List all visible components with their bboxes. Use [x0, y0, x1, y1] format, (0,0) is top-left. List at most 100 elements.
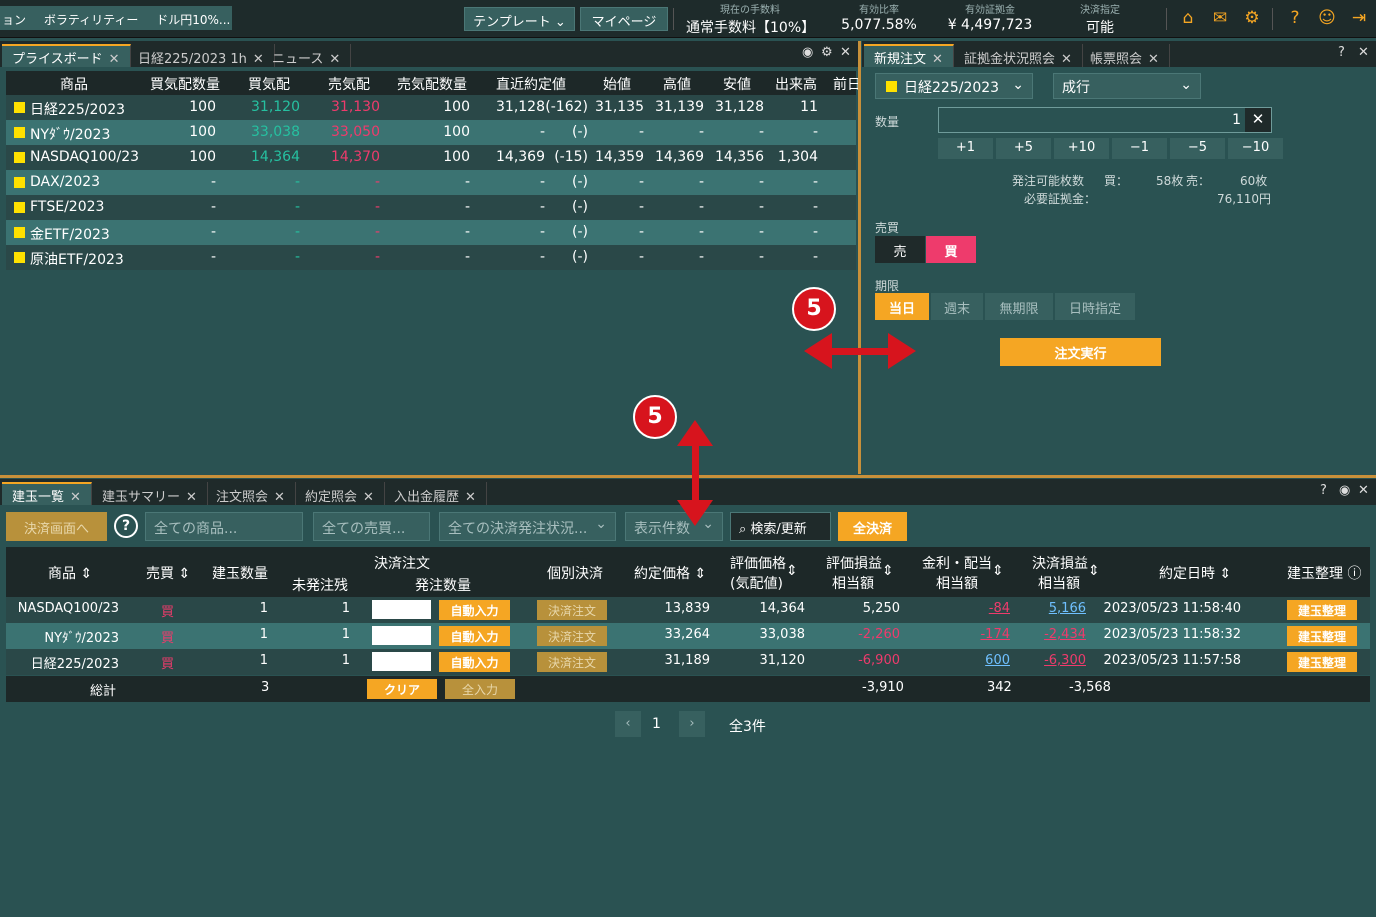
product-select[interactable]: 日経225/2023 ⌄	[875, 73, 1033, 99]
tab-chart[interactable]: 日経225/2023 1h ✕	[128, 44, 275, 67]
eye-icon[interactable]: ◉	[802, 45, 813, 60]
auto-input-button[interactable]: 自動入力	[439, 600, 510, 620]
settle-order-button[interactable]: 決済注文	[537, 626, 607, 646]
cell-ask[interactable]: -	[375, 199, 380, 215]
cell-bid[interactable]: -	[295, 249, 300, 265]
auto-input-button[interactable]: 自動入力	[439, 652, 510, 672]
order-qty-input[interactable]	[372, 626, 431, 645]
clear-button[interactable]: クリア	[367, 679, 437, 699]
col-low[interactable]: 安値	[723, 74, 751, 94]
cell-bid[interactable]: 14,364	[251, 149, 300, 165]
period-today[interactable]: 当日	[875, 293, 929, 320]
col-high[interactable]: 高値	[663, 74, 691, 94]
col-open[interactable]: 始値	[603, 74, 631, 94]
tab-position-summary[interactable]: 建玉サマリー ✕	[92, 482, 208, 505]
close-icon[interactable]: ✕	[1358, 45, 1369, 60]
cell-ask[interactable]: 31,130	[331, 99, 380, 115]
col-product[interactable]: 商品 ⇕	[48, 563, 92, 583]
tab-news[interactable]: ニュース ✕	[262, 44, 352, 67]
gear-icon[interactable]: ⚙	[1242, 8, 1262, 28]
status-filter[interactable]: 全ての決済発注状況... ⌄	[439, 512, 616, 541]
settle-screen-button[interactable]: 決済画面へ	[6, 512, 107, 541]
col-bid-qty[interactable]: 買気配数量	[150, 74, 220, 94]
table-row[interactable]: NASDAQ100/23 100 14,364 14,370 100 14,369 (-15…	[6, 145, 856, 170]
cell-div[interactable]: -174	[980, 627, 1010, 642]
cell-bid[interactable]: -	[295, 174, 300, 190]
sell-button[interactable]: 売	[875, 236, 925, 263]
close-icon[interactable]: ✕	[363, 490, 374, 505]
search-button[interactable]: ⌕ 検索/更新	[730, 512, 831, 541]
qty-increment-button[interactable]: −10	[1228, 138, 1283, 159]
tab-positions[interactable]: 建玉一覧 ✕	[2, 482, 92, 505]
order-type-select[interactable]: 成行 ⌄	[1053, 73, 1201, 99]
prev-page-button[interactable]: ‹	[615, 711, 641, 737]
help-icon[interactable]: ?	[114, 514, 138, 538]
cell-ask[interactable]: 14,370	[331, 149, 380, 165]
arrange-button[interactable]: 建玉整理	[1287, 626, 1357, 646]
col-eval[interactable]: 評価価格	[730, 553, 786, 573]
help-icon[interactable]: ⓘ	[1347, 566, 1361, 582]
table-row[interactable]: 金ETF/2023 - - - - - (-) - - - -	[6, 220, 856, 245]
submit-order-button[interactable]: 注文実行	[1000, 338, 1161, 366]
close-icon[interactable]: ✕	[109, 52, 120, 67]
col-settle-pnl[interactable]: 決済損益	[1032, 553, 1088, 573]
home-icon[interactable]: ⌂	[1178, 8, 1198, 28]
help-icon[interactable]: ?	[1338, 45, 1345, 60]
help-icon[interactable]: ?	[1320, 483, 1327, 498]
template-button[interactable]: テンプレート ⌄	[464, 7, 575, 31]
side-filter[interactable]: 全ての売買...	[313, 512, 430, 541]
close-icon[interactable]: ✕	[1148, 52, 1159, 67]
cell-bid[interactable]: 31,120	[251, 99, 300, 115]
count-filter[interactable]: 表示件数 ⌄	[625, 512, 723, 541]
cell-div[interactable]: 600	[985, 653, 1010, 668]
col-datetime[interactable]: 約定日時 ⇕	[1159, 563, 1231, 583]
period-weekend[interactable]: 週末	[931, 293, 983, 320]
next-page-button[interactable]: ›	[679, 711, 705, 737]
close-icon[interactable]: ✕	[329, 52, 340, 67]
sort-icon[interactable]: ⇕	[1088, 563, 1100, 579]
tab-reports[interactable]: 帳票照会 ✕	[1080, 44, 1170, 67]
col-volume[interactable]: 出来高	[775, 74, 817, 94]
horizontal-splitter[interactable]	[0, 475, 1376, 478]
table-row[interactable]: DAX/2023 - - - - - (-) - - - -	[6, 170, 856, 195]
cell-spnl[interactable]: 5,166	[1049, 601, 1086, 616]
qty-increment-button[interactable]: −5	[1170, 138, 1225, 159]
col-ask[interactable]: 売気配	[328, 74, 370, 94]
period-datetime[interactable]: 日時指定	[1055, 293, 1135, 320]
qty-increment-button[interactable]: +10	[1054, 138, 1109, 159]
gear-icon[interactable]: ⚙	[821, 45, 833, 60]
user-icon[interactable]: ☺	[1317, 8, 1337, 28]
sort-icon[interactable]: ⇕	[786, 563, 798, 579]
settle-order-button[interactable]: 決済注文	[537, 652, 607, 672]
order-qty-input[interactable]	[372, 652, 431, 671]
cell-bid[interactable]: -	[295, 199, 300, 215]
sort-icon[interactable]: ⇕	[992, 563, 1004, 579]
settle-order-button[interactable]: 決済注文	[537, 600, 607, 620]
close-icon[interactable]: ✕	[186, 490, 197, 505]
product-filter[interactable]: 全ての商品...	[145, 512, 303, 541]
tab-order-inquiry[interactable]: 注文照会 ✕	[206, 482, 296, 505]
buy-button[interactable]: 買	[926, 236, 976, 263]
close-icon[interactable]: ✕	[932, 52, 943, 67]
cell-ask[interactable]: -	[375, 174, 380, 190]
tab-deposit-history[interactable]: 入出金履歴 ✕	[384, 482, 487, 505]
close-icon[interactable]: ✕	[840, 45, 851, 60]
tab-priceboard[interactable]: プライスボード ✕	[2, 44, 131, 67]
col-side[interactable]: 売買 ⇕	[146, 563, 190, 583]
qty-increment-button[interactable]: −1	[1112, 138, 1167, 159]
cell-bid[interactable]: -	[295, 224, 300, 240]
table-row[interactable]: NYﾀﾞｳ/2023 100 33,038 33,050 100 - (-) - - - -	[6, 120, 856, 145]
table-row[interactable]: 日経225/2023 100 31,120 31,130 100 31,128 (-162)…	[6, 95, 856, 120]
page-number[interactable]: 1	[652, 716, 661, 732]
mail-icon[interactable]: ✉	[1210, 8, 1230, 28]
qty-increment-button[interactable]: +1	[938, 138, 993, 159]
order-qty-input[interactable]	[372, 600, 431, 619]
close-icon[interactable]: ✕	[1358, 483, 1369, 498]
auto-input-button[interactable]: 自動入力	[439, 626, 510, 646]
tab-execution-inquiry[interactable]: 約定照会 ✕	[295, 482, 385, 505]
cell-spnl[interactable]: -2,434	[1044, 627, 1086, 642]
table-row[interactable]: FTSE/2023 - - - - - (-) - - - -	[6, 195, 856, 220]
logout-icon[interactable]: ⇥	[1349, 8, 1369, 28]
close-icon[interactable]: ✕	[1061, 52, 1072, 67]
col-price[interactable]: 約定価格 ⇕	[634, 563, 706, 583]
